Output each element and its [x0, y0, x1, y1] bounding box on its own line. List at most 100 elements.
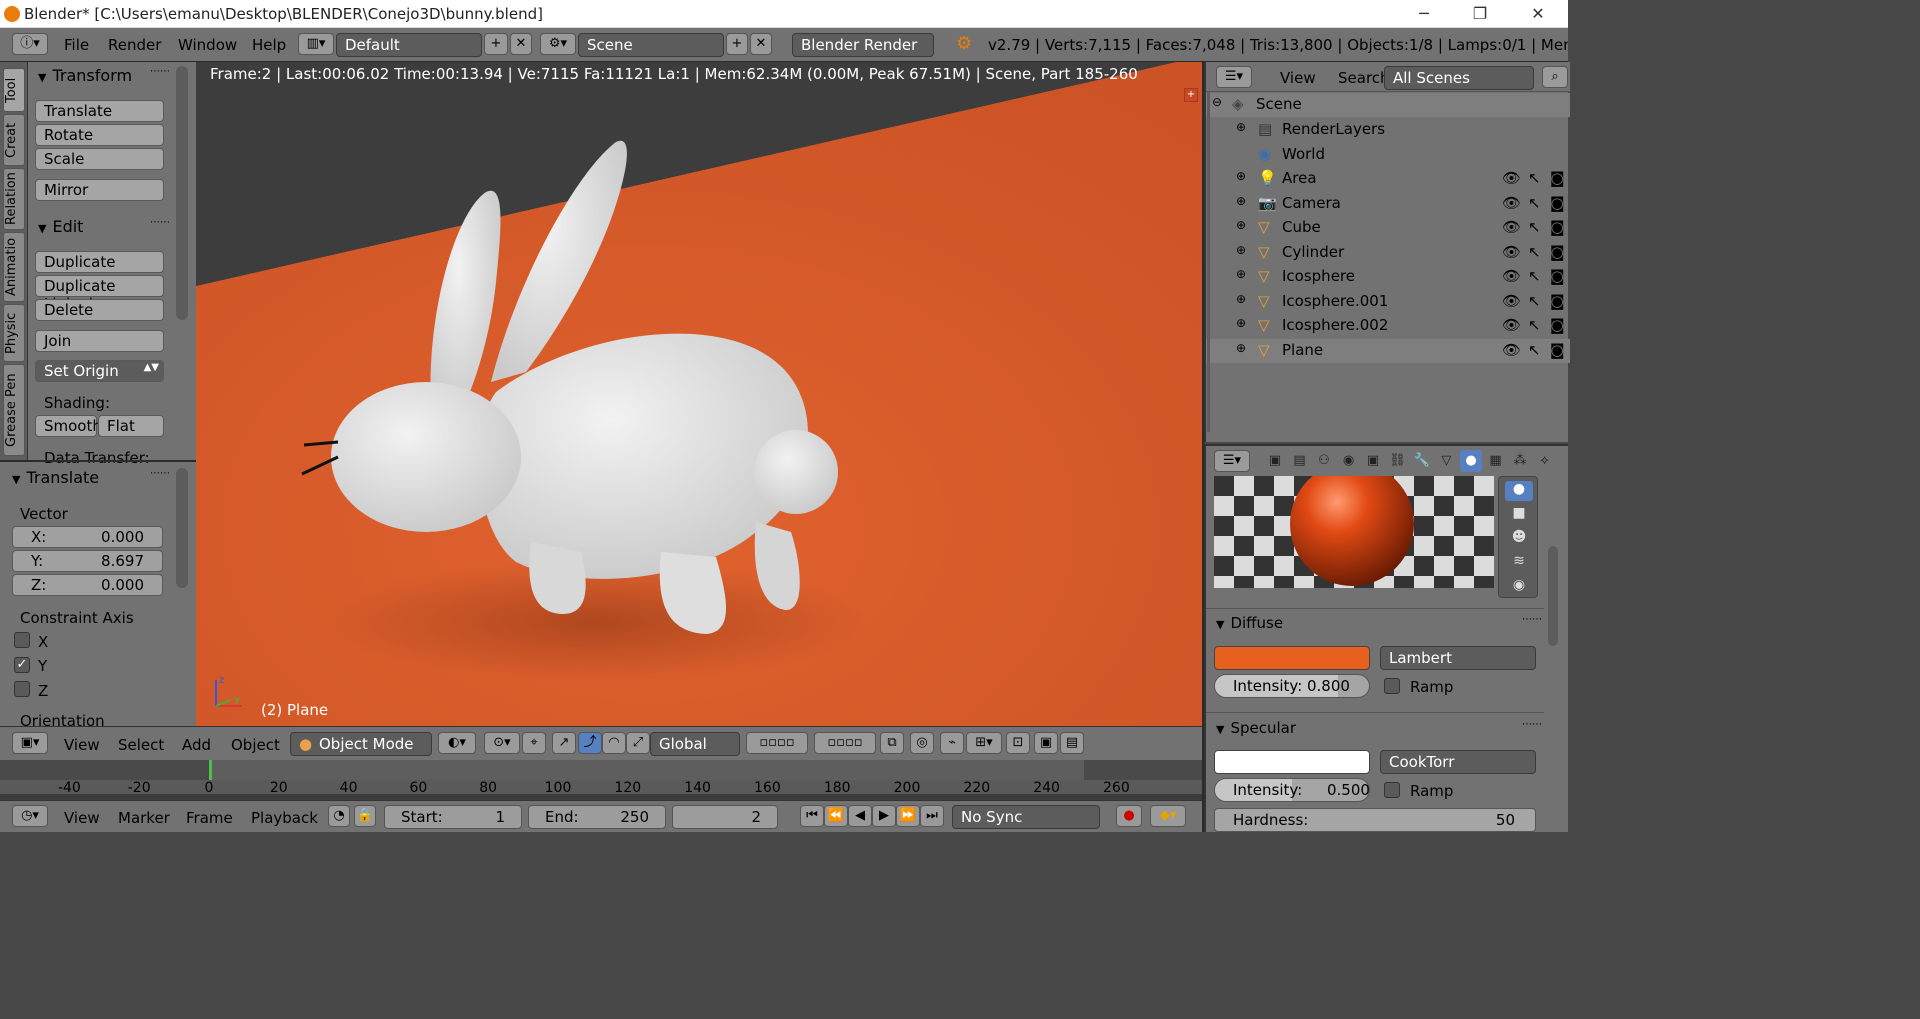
jump-keyframe-forward-icon[interactable]: ⏩ [896, 805, 920, 827]
duplicate-button[interactable]: Duplicate [35, 251, 164, 273]
selectable-cursor-icon[interactable]: ↖ [1528, 341, 1541, 359]
rotate-button[interactable]: Rotate [35, 124, 164, 146]
outliner-row[interactable]: ⊕ ▽ Icosphere.001 👁 ↖ ◙ [1206, 290, 1570, 314]
transform-panel-header[interactable]: ▼ Transform ⋯⋯ [38, 66, 182, 90]
lock-layers-icon[interactable]: ⧉ [880, 732, 904, 754]
specular-color-swatch[interactable] [1214, 750, 1370, 774]
add-layout-icon[interactable]: + [484, 33, 508, 55]
menu-help[interactable]: Help [252, 36, 286, 54]
collapse-icon[interactable]: ⊖ [1212, 95, 1222, 109]
expand-icon[interactable]: ⊕ [1236, 218, 1246, 232]
preview-sphere-icon[interactable]: ● [1505, 481, 1533, 501]
properties-tab-physics-icon[interactable]: ⟡ [1534, 450, 1556, 472]
snap-element-icon[interactable]: ⊞▾ [966, 732, 1002, 754]
visibility-eye-icon[interactable]: 👁 [1502, 243, 1521, 261]
operator-scrollbar[interactable] [176, 468, 188, 588]
selectable-cursor-icon[interactable]: ↖ [1528, 169, 1541, 187]
specular-ramp-checkbox[interactable] [1384, 782, 1400, 798]
expand-icon[interactable]: ⊕ [1236, 267, 1246, 281]
outliner-filter-select[interactable]: All Scenes [1384, 66, 1534, 90]
selectable-cursor-icon[interactable]: ↖ [1528, 218, 1541, 236]
selectable-cursor-icon[interactable]: ↖ [1528, 243, 1541, 261]
tool-shelf-scrollbar[interactable] [176, 66, 188, 320]
preview-cube-icon[interactable]: ■ [1505, 505, 1533, 525]
outliner-row[interactable]: ⊕ 💡 Area 👁 ↖ ◙ [1206, 167, 1570, 191]
renderable-camera-icon[interactable]: ◙ [1550, 267, 1565, 285]
renderable-camera-icon[interactable]: ◙ [1550, 218, 1565, 236]
timeline-editor-type-icon[interactable]: ◷▾ [12, 805, 48, 827]
properties-editor-type-icon[interactable]: ☰▾ [1214, 450, 1250, 472]
preview-monkey-icon[interactable]: ☻ [1505, 529, 1533, 549]
menu-window[interactable]: Window [178, 36, 237, 54]
timeline-menu-view[interactable]: View [64, 809, 100, 827]
visibility-eye-icon[interactable]: 👁 [1502, 194, 1521, 212]
tab-physics[interactable]: Physic [3, 304, 25, 362]
auto-key-icon[interactable]: ● [1116, 805, 1142, 827]
diffuse-ramp-checkbox[interactable] [1384, 678, 1400, 694]
renderable-camera-icon[interactable]: ◙ [1550, 316, 1565, 334]
mirror-button[interactable]: Mirror [35, 179, 164, 201]
selectable-cursor-icon[interactable]: ↖ [1528, 316, 1541, 334]
current-frame-field[interactable]: 2 [672, 805, 778, 829]
viewport-editor-type-icon[interactable]: ▣▾ [12, 732, 48, 754]
expand-icon[interactable]: ⊕ [1236, 120, 1246, 134]
flat-button[interactable]: Flat [98, 415, 164, 437]
render-still-icon[interactable]: ▣ [1034, 732, 1058, 754]
viewport-shading-icon[interactable]: ◐▾ [438, 732, 476, 754]
translate-manipulator-icon[interactable]: ↗ [552, 732, 576, 754]
visibility-eye-icon[interactable]: 👁 [1502, 218, 1521, 236]
properties-tab-render-layers-icon[interactable]: ▤ [1289, 450, 1311, 472]
delete-button[interactable]: Delete [35, 299, 164, 321]
outliner-row[interactable]: ⊕ 📷 Camera 👁 ↖ ◙ [1206, 192, 1570, 216]
constraint-x-checkbox[interactable] [14, 632, 30, 648]
renderable-camera-icon[interactable]: ◙ [1550, 243, 1565, 261]
add-scene-icon[interactable]: + [726, 33, 748, 55]
arc-manipulator-icon[interactable]: ◠ [602, 732, 626, 754]
diffuse-intensity-slider[interactable]: Intensity: 0.800 [1214, 674, 1370, 698]
join-button[interactable]: Join [35, 330, 164, 352]
current-frame-marker[interactable] [209, 760, 212, 780]
layout-icon[interactable]: ▥▾ [298, 33, 334, 55]
properties-tab-texture-icon[interactable]: ▦ [1485, 450, 1507, 472]
pivot-point-icon[interactable]: ⊙▾ [484, 732, 520, 754]
renderable-camera-icon[interactable]: ◙ [1550, 292, 1565, 310]
selectable-cursor-icon[interactable]: ↖ [1528, 267, 1541, 285]
outliner-menu-view[interactable]: View [1280, 69, 1316, 87]
editor-type-icon[interactable]: ⓘ▾ [12, 33, 48, 55]
expand-icon[interactable]: ⊕ [1236, 169, 1246, 183]
start-frame-field[interactable]: Start: 1 [384, 805, 522, 829]
properties-scrollbar[interactable] [1548, 546, 1558, 646]
proportional-edit-icon[interactable]: ◎ [910, 732, 934, 754]
properties-tab-modifiers-icon[interactable]: 🔧 [1411, 450, 1433, 472]
timeline-lock-icon[interactable]: 🔒 [354, 805, 376, 827]
specular-shader-select[interactable]: CookTorr [1380, 750, 1536, 774]
viewport-menu-object[interactable]: Object [231, 736, 280, 754]
viewport-corner-plus-icon[interactable]: + [1184, 88, 1198, 102]
tab-animation[interactable]: Animatio [3, 232, 25, 302]
outliner-scene-row[interactable]: ⊖ ◈ Scene [1206, 93, 1570, 117]
restore-button[interactable]: ❐ [1460, 2, 1500, 26]
layers-group-1-icon[interactable]: ▫▫▫▫ [746, 732, 808, 754]
menu-file[interactable]: File [64, 36, 89, 54]
tab-create[interactable]: Creat [3, 114, 25, 166]
selectable-cursor-icon[interactable]: ↖ [1528, 194, 1541, 212]
properties-tab-constraints-icon[interactable]: ⛓ [1387, 450, 1409, 472]
visibility-eye-icon[interactable]: 👁 [1502, 316, 1521, 334]
scene-icon[interactable]: ⚙▾ [540, 33, 576, 55]
edit-panel-header[interactable]: ▼ Edit ⋯⋯ [38, 217, 182, 241]
constraint-y-checkbox[interactable]: ✓ [14, 657, 30, 673]
viewport-menu-select[interactable]: Select [118, 736, 164, 754]
end-frame-field[interactable]: End: 250 [528, 805, 666, 829]
scale-manipulator-icon[interactable]: ⤢ [626, 732, 650, 754]
renderable-camera-icon[interactable]: ◙ [1550, 169, 1565, 187]
operator-panel-header[interactable]: ▼ Translate ⋯⋯ [12, 468, 170, 492]
smooth-button[interactable]: Smooth [35, 415, 102, 437]
timeline-record-icon[interactable]: ◔ [328, 805, 350, 827]
timeline-menu-playback[interactable]: Playback [251, 809, 318, 827]
timeline-menu-frame[interactable]: Frame [186, 809, 233, 827]
constraint-z-checkbox[interactable] [14, 681, 30, 697]
outliner-menu-search[interactable]: Search [1338, 69, 1390, 87]
preview-hair-icon[interactable]: ≋ [1505, 553, 1533, 573]
properties-tab-data-icon[interactable]: ▽ [1436, 450, 1458, 472]
outliner-editor-type-icon[interactable]: ☰▾ [1216, 66, 1252, 88]
